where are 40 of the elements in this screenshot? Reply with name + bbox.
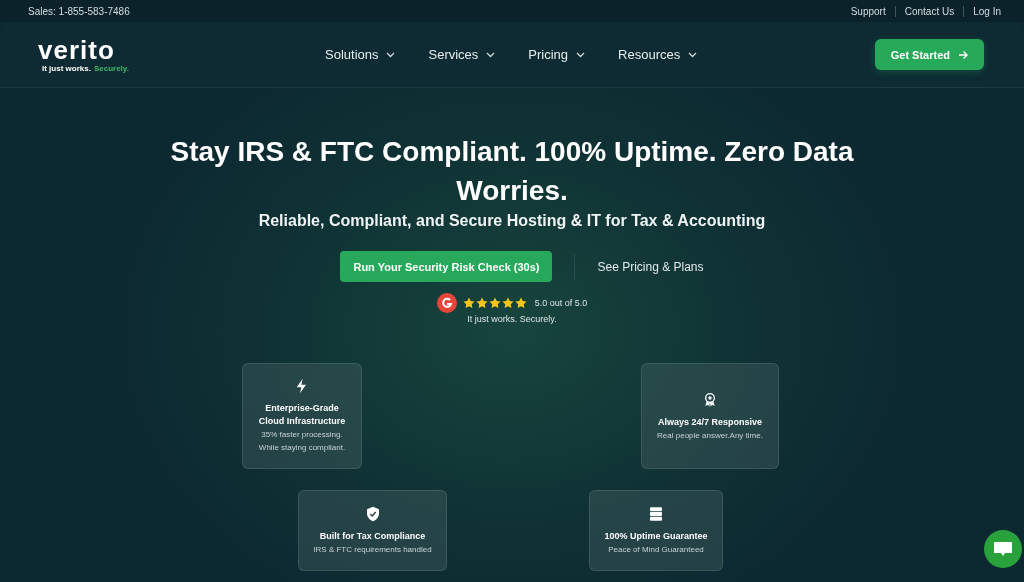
star-icon — [501, 297, 514, 309]
hero-subtitle: Reliable, Compliant, and Secure Hosting & IT for Tax & Accounting — [258, 212, 766, 230]
feature-description: Real people answer.Any time. — [657, 430, 763, 442]
shield-check-icon — [364, 506, 381, 522]
chat-button[interactable] — [984, 530, 1022, 568]
feature-description: 35% faster processing. — [261, 429, 343, 441]
server-icon — [648, 506, 664, 522]
nav-menu-item[interactable]: Services — [428, 47, 496, 62]
logo-tagline-accent: Securely. — [93, 63, 129, 73]
hero-title: Stay IRS & FTC Compliant. 100% Uptime. Zero Data Worries. — [169, 135, 855, 208]
logo-tagline: It just works. — [42, 63, 91, 73]
nav-menu-item[interactable]: Resources — [618, 47, 698, 62]
chevron-down-icon — [386, 51, 396, 58]
chevron-down-icon — [688, 51, 698, 58]
rating-caption: It just works. Securely. — [467, 314, 557, 324]
feature-title: 100% Uptime Guarantee — [604, 530, 708, 543]
nav-menu-item[interactable]: Solutions — [325, 47, 396, 62]
rating-score: 5.0 out of 5.0 — [534, 298, 588, 308]
feature-description: Peace of Mind Guaranteed — [608, 544, 704, 556]
feature-title: Enterprise-Grade Cloud Infrastructure — [257, 402, 347, 428]
arrow-right-icon — [958, 49, 968, 60]
star-icon — [462, 297, 475, 309]
sales-phone: Sales: 1-855-583-7486 — [28, 5, 130, 17]
award-ribbon-icon — [702, 392, 718, 408]
star-icon — [475, 297, 488, 309]
g2-badge-icon — [436, 293, 457, 313]
logo-wordmark[interactable]: verito — [38, 36, 115, 63]
star-icon — [514, 297, 527, 309]
top-link[interactable]: Log In — [964, 5, 1010, 17]
feature-title: Always 24/7 Responsive — [657, 416, 763, 429]
feature-description: While staying compliant. — [258, 442, 346, 454]
chevron-down-icon — [576, 51, 586, 58]
top-link[interactable]: Support — [841, 5, 895, 17]
star-icon — [488, 297, 501, 309]
feature-title: Built for Tax Compliance — [319, 530, 426, 543]
top-link[interactable]: Contact Us — [895, 5, 964, 17]
chevron-down-icon — [486, 51, 496, 58]
feature-description: IRS & FTC requirements handled — [313, 544, 432, 556]
pricing-link[interactable]: See Pricing & Plans — [597, 259, 704, 274]
nav-menu-item[interactable]: Pricing — [528, 47, 586, 62]
